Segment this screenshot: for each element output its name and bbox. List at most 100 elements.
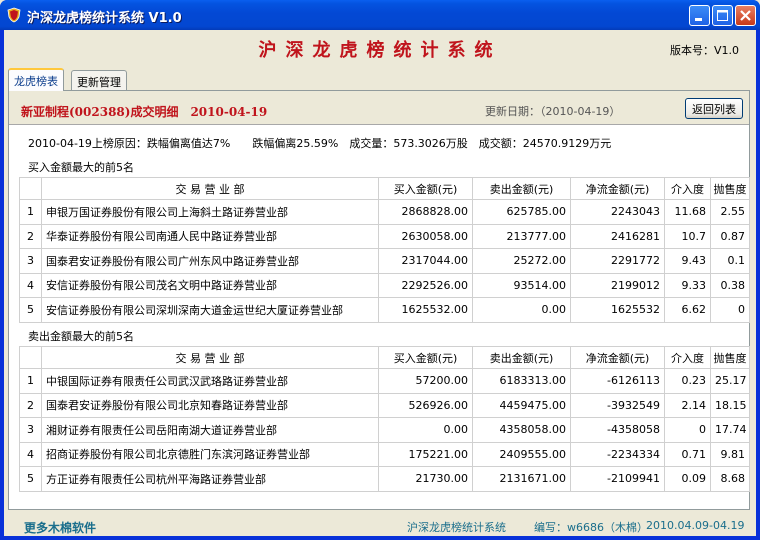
cell-row-index: 1 <box>19 199 42 225</box>
column-header-broker-name[interactable]: 交 易 营 业 部 <box>41 177 379 200</box>
detail-header-bar: 新亚制程(002388)成交明细 2010-04-19 更新日期：（2010-0… <box>9 91 749 125</box>
column-header-buy-amount[interactable]: 买入金额(元) <box>378 177 473 200</box>
table-row[interactable]: 3 国泰君安证券股份有限公司广州东风中路证券营业部 2317044.00 25272.… <box>19 248 750 274</box>
cell-net-amount: 2199012 <box>570 272 665 298</box>
cell-net-amount: -2234334 <box>570 441 665 467</box>
listing-reason: 2010-04-19上榜原因：跌幅偏离值达7% 跌幅偏离25.59% 成交量：5… <box>28 137 612 150</box>
cell-net-amount: 1625532 <box>570 297 665 323</box>
column-header-net-amount[interactable]: 净流金额(元) <box>570 177 665 200</box>
title-bar[interactable]: 沪深龙虎榜统计系统 V1.0 <box>0 0 760 30</box>
tab-dragon-tiger-list[interactable]: 龙虎榜表 <box>8 68 64 91</box>
app-header-title: 沪深龙虎榜统计系统 <box>258 40 502 61</box>
cell-broker-name: 国泰君安证券股份有限公司北京知春路证券营业部 <box>41 392 379 418</box>
column-header-row-index[interactable] <box>19 177 42 200</box>
footer-bar: 更多木棉软件 沪深龙虎榜统计系统 编写：w6686（木棉） 2010.04.09… <box>4 510 756 536</box>
maximize-button[interactable] <box>712 5 733 26</box>
footer-app-name: 沪深龙虎榜统计系统 <box>407 521 506 534</box>
cell-broker-name: 方正证券有限责任公司杭州平海路证券营业部 <box>41 466 379 492</box>
table-row[interactable]: 3 湘财证券有限责任公司岳阳南湖大道证券营业部 0.00 4358058.00 -435… <box>19 417 750 443</box>
cell-involvement: 0 <box>664 417 711 443</box>
column-header-buy-amount[interactable]: 买入金额(元) <box>378 346 473 369</box>
maximize-icon <box>717 10 728 21</box>
client-area: 沪深龙虎榜统计系统 版本号：V1.0 龙虎榜表 更新管理 新亚制程(002388… <box>4 30 756 536</box>
column-header-sell-amount[interactable]: 卖出金额(元) <box>472 346 571 369</box>
sell-section-label: 卖出金额最大的前5名 <box>28 330 134 343</box>
cell-buy-amount: 2630058.00 <box>378 223 473 249</box>
table-row[interactable]: 4 安信证券股份有限公司茂名文明中路证券营业部 2292526.00 93514.00… <box>19 272 750 298</box>
cell-row-index: 3 <box>19 417 42 443</box>
table-row[interactable]: 5 安信证券股份有限公司深圳深南大道金运世纪大厦证券营业部 1625532.00 0.… <box>19 297 750 323</box>
cell-row-index: 4 <box>19 272 42 298</box>
footer-author: 编写：w6686（木棉） <box>534 521 648 534</box>
detail-title: 新亚制程(002388)成交明细 2010-04-19 <box>21 105 268 119</box>
column-header-involvement[interactable]: 介入度 <box>664 346 711 369</box>
cell-selloff: 8.68 <box>710 466 750 492</box>
column-header-row-index[interactable] <box>19 346 42 369</box>
cell-buy-amount: 2292526.00 <box>378 272 473 298</box>
cell-selloff: 0.38 <box>710 272 750 298</box>
app-window: 沪深龙虎榜统计系统 V1.0 沪深龙虎榜统计系统 版本号：V1.0 龙虎榜表 更… <box>0 0 760 540</box>
cell-sell-amount: 213777.00 <box>472 223 571 249</box>
cell-selloff: 9.81 <box>710 441 750 467</box>
cell-involvement: 0.71 <box>664 441 711 467</box>
table-row[interactable]: 5 方正证券有限责任公司杭州平海路证券营业部 21730.00 2131671.00-… <box>19 466 750 492</box>
more-software-link[interactable]: 更多木棉软件 <box>24 519 96 536</box>
cell-sell-amount: 93514.00 <box>472 272 571 298</box>
cell-involvement: 0.23 <box>664 368 711 394</box>
cell-net-amount: -6126113 <box>570 368 665 394</box>
cell-broker-name: 安信证券股份有限公司深圳深南大道金运世纪大厦证券营业部 <box>41 297 379 323</box>
shield-app-icon <box>7 7 21 23</box>
cell-buy-amount: 21730.00 <box>378 466 473 492</box>
cell-buy-amount: 175221.00 <box>378 441 473 467</box>
table-row[interactable]: 4 招商证券股份有限公司北京德胜门东滨河路证券营业部 175221.00 240955… <box>19 441 750 467</box>
back-to-list-button[interactable]: 返回列表 <box>685 98 743 119</box>
cell-selloff: 18.15 <box>710 392 750 418</box>
close-icon <box>740 10 751 21</box>
minimize-button[interactable] <box>689 5 710 26</box>
cell-broker-name: 安信证券股份有限公司茂名文明中路证券营业部 <box>41 272 379 298</box>
cell-net-amount: -2109941 <box>570 466 665 492</box>
cell-selloff: 2.55 <box>710 199 750 225</box>
table-row[interactable]: 1 中银国际证券有限责任公司武汉武珞路证券营业部 57200.00 6183313.0… <box>19 368 750 394</box>
cell-row-index: 5 <box>19 297 42 323</box>
cell-involvement: 10.7 <box>664 223 711 249</box>
sell-table: 交 易 营 业 部买入金额(元) 卖出金额(元) 净流金额(元) 介入度 抛售度 1 中银… <box>19 346 750 492</box>
cell-net-amount: 2243043 <box>570 199 665 225</box>
sell-table-body: 1 中银国际证券有限责任公司武汉武珞路证券营业部 57200.00 6183313.0… <box>19 368 750 492</box>
cell-net-amount: 2291772 <box>570 248 665 274</box>
cell-row-index: 3 <box>19 248 42 274</box>
column-header-selloff[interactable]: 抛售度 <box>710 346 750 369</box>
close-button[interactable] <box>735 5 756 26</box>
cell-sell-amount: 625785.00 <box>472 199 571 225</box>
column-header-involvement[interactable]: 介入度 <box>664 177 711 200</box>
column-header-sell-amount[interactable]: 卖出金额(元) <box>472 177 571 200</box>
cell-involvement: 0.09 <box>664 466 711 492</box>
buy-table-body: 1 申银万国证券股份有限公司上海斜土路证券营业部 2868828.00 625785.… <box>19 199 750 323</box>
cell-row-index: 2 <box>19 392 42 418</box>
table-row[interactable]: 2 华泰证券股份有限公司南通人民中路证券营业部 2630058.00 213777.0… <box>19 223 750 249</box>
cell-selloff: 25.17 <box>710 368 750 394</box>
cell-sell-amount: 4358058.00 <box>472 417 571 443</box>
table-header-row: 交 易 营 业 部买入金额(元) 卖出金额(元) 净流金额(元) 介入度 抛售度 <box>19 346 750 369</box>
cell-selloff: 0 <box>710 297 750 323</box>
table-row[interactable]: 2 国泰君安证券股份有限公司北京知春路证券营业部 526926.00 4459475.… <box>19 392 750 418</box>
cell-sell-amount: 2131671.00 <box>472 466 571 492</box>
cell-involvement: 6.62 <box>664 297 711 323</box>
column-header-broker-name[interactable]: 交 易 营 业 部 <box>41 346 379 369</box>
cell-buy-amount: 0.00 <box>378 417 473 443</box>
cell-buy-amount: 2868828.00 <box>378 199 473 225</box>
table-row[interactable]: 1 申银万国证券股份有限公司上海斜土路证券营业部 2868828.00 625785.… <box>19 199 750 225</box>
cell-broker-name: 中银国际证券有限责任公司武汉武珞路证券营业部 <box>41 368 379 394</box>
column-header-net-amount[interactable]: 净流金额(元) <box>570 346 665 369</box>
cell-selloff: 0.1 <box>710 248 750 274</box>
tab-update-management[interactable]: 更新管理 <box>71 70 127 90</box>
cell-broker-name: 国泰君安证券股份有限公司广州东风中路证券营业部 <box>41 248 379 274</box>
cell-selloff: 0.87 <box>710 223 750 249</box>
buy-table: 交 易 营 业 部买入金额(元) 卖出金额(元) 净流金额(元) 介入度 抛售度 1 申银… <box>19 177 750 323</box>
cell-row-index: 4 <box>19 441 42 467</box>
cell-buy-amount: 57200.00 <box>378 368 473 394</box>
cell-broker-name: 招商证券股份有限公司北京德胜门东滨河路证券营业部 <box>41 441 379 467</box>
version-label: 版本号：V1.0 <box>669 44 739 57</box>
column-header-selloff[interactable]: 抛售度 <box>710 177 750 200</box>
cell-involvement: 9.33 <box>664 272 711 298</box>
